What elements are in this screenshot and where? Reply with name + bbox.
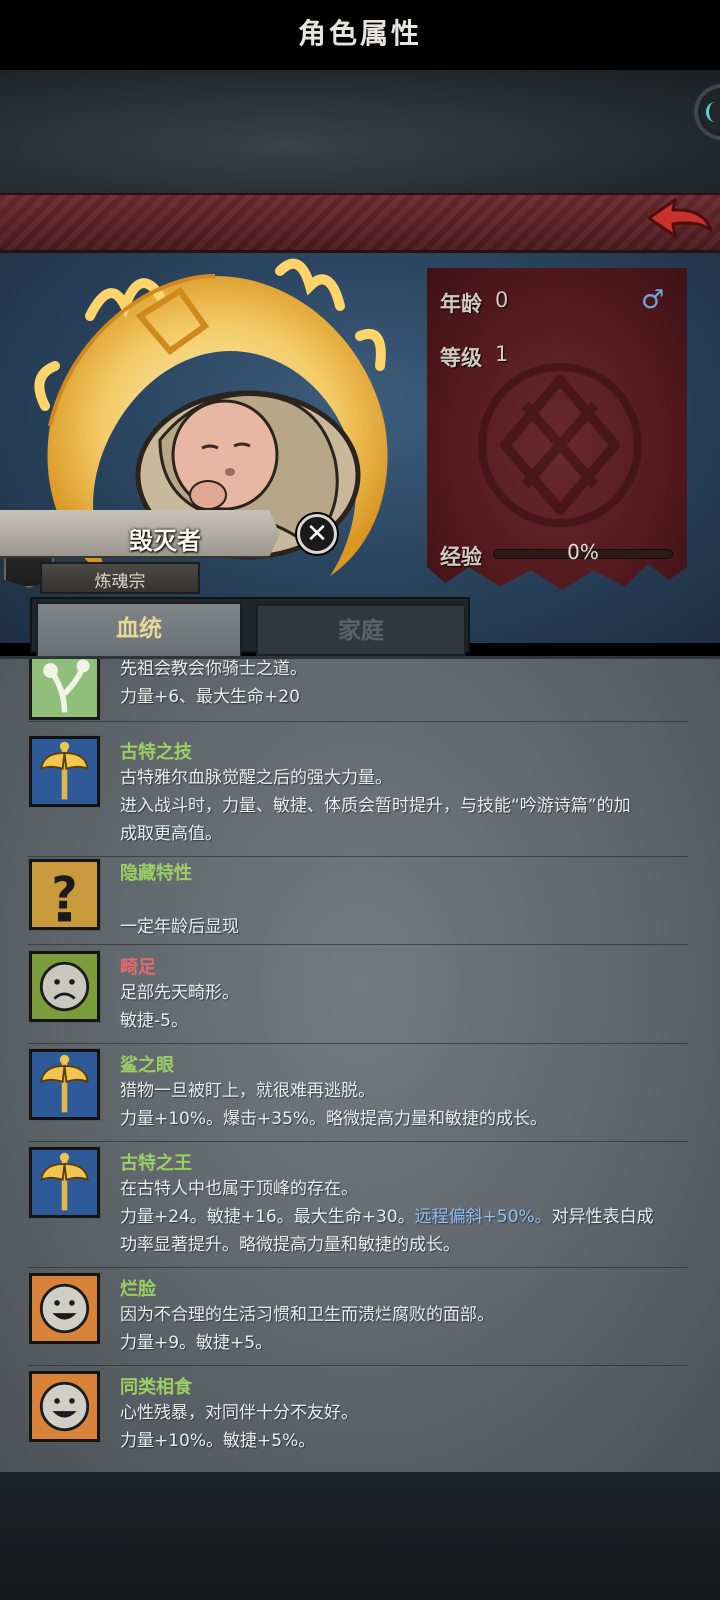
traits-list[interactable]: 先祖会教会你骑士之道。 力量+6、最大生命+20 古特之技 古特雅尔血脉觉醒之后…: [0, 656, 720, 1472]
character-sect: 炼魂宗: [94, 572, 146, 592]
trait-effect: 力量+24。敏捷+16。最大生命+30。远程偏斜+50%。对异性表白成: [120, 1207, 654, 1227]
header-banner: [0, 193, 720, 253]
age-value: 0: [495, 288, 509, 312]
trait-effect: 功率显著提升。略微提高力量和敏捷的成长。: [120, 1235, 460, 1255]
trait-effect: 力量+10%。爆击+35%。略微提高力量和敏捷的成长。: [120, 1109, 548, 1129]
tab-lineage[interactable]: 血统: [36, 602, 242, 660]
trait-description: 在古特人中也属于顶峰的存在。: [120, 1179, 358, 1199]
trait-description: 足部先天畸形。: [120, 983, 239, 1003]
sad-face-icon: [29, 951, 100, 1022]
male-icon: ♂: [641, 285, 665, 315]
close-button[interactable]: ✕: [297, 514, 337, 554]
ring-icon: [706, 102, 720, 122]
axe-icon: [29, 1049, 100, 1120]
trait-description: 心性残暴，对同伴十分不友好。: [120, 1403, 358, 1423]
celtic-knot-icon: [478, 363, 642, 527]
bottom-background: [0, 1472, 720, 1600]
back-arrow-icon[interactable]: [645, 196, 715, 248]
exp-value: 0%: [567, 540, 599, 564]
level-value: 1: [495, 342, 509, 366]
trait-effect: 进入战斗时，力量、敏捷、体质会暂时提升，与技能“吟游诗篇”的加: [120, 796, 631, 816]
axe-icon: [29, 1147, 100, 1218]
trait-description: 先祖会教会你骑士之道。: [120, 659, 307, 679]
trait-effect: 力量+10%。敏捷+5%。: [120, 1431, 316, 1451]
trait-name: 烂脸: [120, 1279, 156, 1300]
trait-name: 鲨之眼: [120, 1055, 174, 1076]
trait-effect: 敏捷-5。: [120, 1011, 188, 1031]
trait-name: 古特之王: [120, 1153, 192, 1174]
trait-name: 古特之技: [120, 742, 192, 763]
trait-effect: 力量+6、最大生命+20: [120, 687, 300, 707]
trait-effect: 成取更高值。: [120, 824, 222, 844]
tab-family[interactable]: 家庭: [256, 604, 466, 656]
page-title: 角色属性: [297, 17, 422, 50]
trait-name: 畸足: [120, 957, 156, 978]
trait-description: 猎物一旦被盯上，就很难再逃脱。: [120, 1081, 375, 1101]
question-icon: ?: [29, 859, 100, 930]
smile-face-icon: [29, 1371, 100, 1442]
exp-label: 经验: [440, 545, 482, 569]
character-name: 毁灭者: [129, 527, 201, 555]
level-label: 等级: [440, 346, 482, 370]
trait-description: 因为不合理的生活习惯和卫生而溃烂腐败的面部。: [120, 1305, 494, 1325]
trait-name: 同类相食: [120, 1377, 192, 1398]
trait-description: 古特雅尔血脉觉醒之后的强大力量。: [120, 768, 392, 788]
sprout-icon: [29, 659, 100, 720]
close-icon: ✕: [306, 519, 328, 549]
age-label: 年龄: [440, 292, 482, 316]
axe-icon: [29, 736, 100, 807]
svg-text:?: ?: [52, 867, 78, 919]
trait-effect: 一定年龄后显现: [120, 917, 239, 937]
top-background: [0, 70, 720, 195]
smile-face-icon: [29, 1273, 100, 1344]
trait-effect: 力量+9。敏捷+5。: [120, 1333, 273, 1353]
trait-name: 隐藏特性: [120, 863, 192, 884]
